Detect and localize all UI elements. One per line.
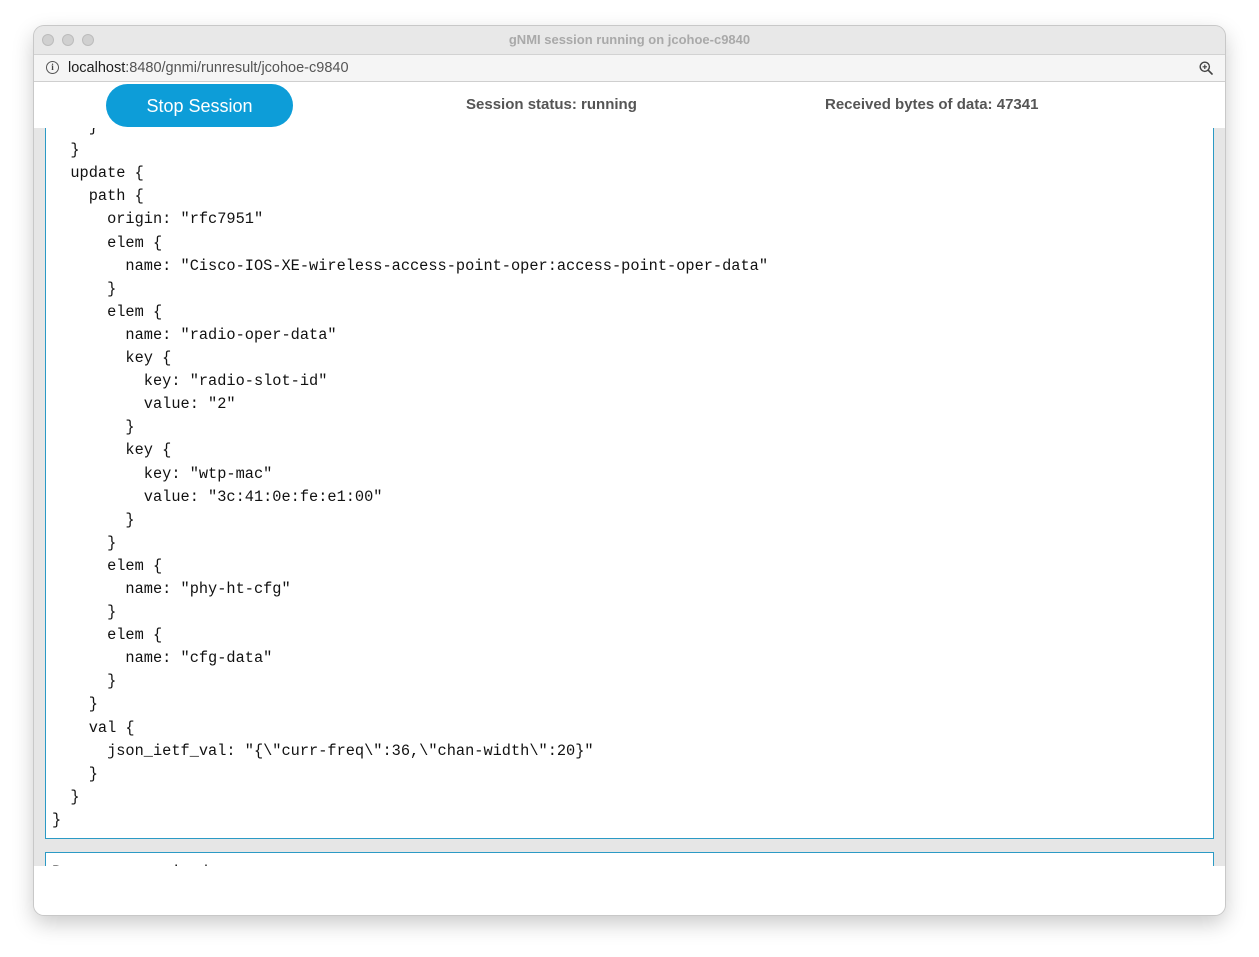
code-line: value: "2" (52, 395, 236, 414)
zoom-icon[interactable] (1199, 61, 1213, 75)
code-line: origin: "rfc7951" (52, 210, 264, 229)
page-content: Stop Session Session status: running Rec… (34, 82, 1225, 915)
code-line: } (52, 764, 98, 783)
info-icon[interactable]: i (46, 61, 59, 74)
code-line: } (52, 418, 135, 437)
address-bar[interactable]: i localhost:8480/gnmi/runresult/jcohoe-c… (34, 55, 1225, 82)
response-output-panel[interactable]: } } update { path { origin: "rfc7951" el… (45, 96, 1214, 839)
code-line: } (52, 672, 117, 691)
code-line: value: "3c:41:0e:fe:e1:00" (52, 487, 383, 506)
code-line: } (52, 141, 80, 160)
code-line: } (52, 279, 117, 298)
url-host: localhost (68, 60, 126, 76)
page-bottom-area (34, 866, 1225, 915)
code-line: elem { (52, 233, 163, 252)
code-line: update { (52, 164, 144, 183)
code-line: key { (52, 441, 172, 460)
code-line: val { (52, 718, 135, 737)
code-line: name: "cfg-data" (52, 649, 273, 668)
code-line: } (52, 510, 135, 529)
code-line: name: "phy-ht-cfg" (52, 579, 291, 598)
code-line: elem { (52, 302, 163, 321)
url-path: :8480/gnmi/runresult/jcohoe-c9840 (125, 60, 349, 76)
code-line: json_ietf_val: "{\"curr-freq\":36,\"chan… (52, 741, 594, 760)
code-line: name: "radio-oper-data" (52, 325, 337, 344)
session-status: Session status: running (466, 96, 637, 113)
code-line: key { (52, 349, 172, 368)
code-line: } (52, 695, 98, 714)
code-line: } (52, 810, 62, 829)
url-field[interactable]: localhost:8480/gnmi/runresult/jcohoe-c98… (68, 55, 349, 81)
code-line: name: "Cisco-IOS-XE-wireless-access-poin… (52, 256, 769, 275)
code-line: key: "wtp-mac" (52, 464, 273, 483)
code-line: elem { (52, 556, 163, 575)
code-line: } (52, 603, 117, 622)
code-line: elem { (52, 626, 163, 645)
session-toolbar: Stop Session Session status: running Rec… (34, 82, 1225, 128)
received-bytes: Received bytes of data: 47341 (825, 96, 1039, 113)
title-bar: gNMI session running on jcohoe-c9840 (34, 26, 1225, 55)
code-line: } (52, 533, 117, 552)
code-line: key: "radio-slot-id" (52, 372, 328, 391)
code-line: path { (52, 187, 144, 206)
code-line: } (52, 787, 80, 806)
window-title: gNMI session running on jcohoe-c9840 (508, 32, 751, 47)
stop-session-button[interactable]: Stop Session (106, 84, 293, 127)
browser-window: gNMI session running on jcohoe-c9840 i l… (34, 26, 1225, 915)
response-code: } } update { path { origin: "rfc7951" el… (52, 116, 768, 832)
